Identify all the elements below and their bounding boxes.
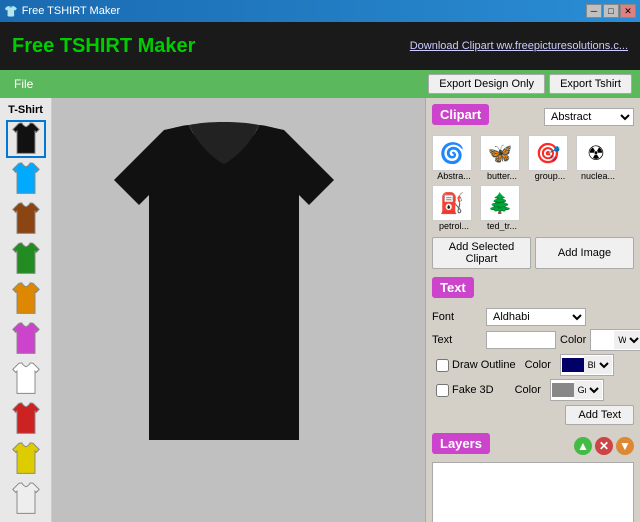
- layer-down-button[interactable]: ▼: [616, 437, 634, 455]
- tshirt-color-swatch-0[interactable]: [6, 120, 46, 158]
- minimize-button[interactable]: ─: [586, 4, 602, 18]
- tshirt-color-swatch-6[interactable]: [6, 360, 46, 398]
- layers-section: Layers ▲ ✕ ▼: [432, 433, 634, 522]
- layer-delete-button[interactable]: ✕: [595, 437, 613, 455]
- clipart-item-3[interactable]: ☢nuclea...: [576, 135, 620, 181]
- tshirt-color-swatch-9[interactable]: [6, 480, 46, 518]
- clipart-item-5[interactable]: 🌲ted_tr...: [480, 185, 524, 231]
- clipart-category-dropdown[interactable]: Abstract Animals Nature Sports Food: [544, 108, 634, 126]
- clipart-actions: Add Selected Clipart Add Image: [432, 237, 634, 269]
- tshirt-color-swatch-5[interactable]: [6, 320, 46, 358]
- font-select[interactable]: Aldhabi Arial Times New Roman: [486, 308, 586, 326]
- fake3d-color-label: Color: [515, 384, 547, 396]
- menu-bar: File Export Design Only Export Tshirt: [0, 70, 640, 98]
- fake3d-color-select[interactable]: Gr Bl Wh: [574, 381, 602, 399]
- app-title-suffix: Maker: [132, 35, 195, 57]
- text-section-label: Text: [432, 277, 474, 298]
- fake3d-label: Fake 3D: [452, 384, 494, 396]
- text-color-select[interactable]: Wh Bl Re: [614, 331, 640, 349]
- text-label: Text: [432, 334, 482, 346]
- export-design-button[interactable]: Export Design Only: [428, 74, 545, 94]
- layers-header-row: Layers ▲ ✕ ▼: [432, 433, 634, 458]
- clipart-item-0[interactable]: 🌀Abstra...: [432, 135, 476, 181]
- tshirt-color-swatch-2[interactable]: [6, 200, 46, 238]
- file-menu[interactable]: File: [8, 75, 39, 93]
- tshirt-color-swatch-8[interactable]: [6, 440, 46, 478]
- draw-outline-label: Draw Outline: [452, 359, 516, 371]
- draw-outline-color-select[interactable]: Bl Wh Re: [584, 356, 612, 374]
- app-title-bold: TSHIRT: [60, 35, 132, 57]
- color-sidebar: T-Shirt: [0, 98, 52, 522]
- app-title: Free TSHIRT Maker: [12, 35, 195, 58]
- clipart-section-label: Clipart: [432, 104, 489, 125]
- clipart-item-4[interactable]: ⛽petrol...: [432, 185, 476, 231]
- text-row: Text Color Wh Bl Re: [432, 329, 634, 351]
- title-bar: 👕 Free TSHIRT Maker ─ □ ✕: [0, 0, 640, 22]
- right-panel: Clipart Abstract Animals Nature Sports F…: [425, 98, 640, 522]
- maximize-button[interactable]: □: [603, 4, 619, 18]
- tshirt-color-swatch-1[interactable]: [6, 160, 46, 198]
- add-selected-clipart-button[interactable]: Add Selected Clipart: [432, 237, 531, 269]
- fake3d-checkbox[interactable]: [436, 384, 449, 397]
- tshirt-canvas[interactable]: [74, 120, 404, 500]
- app-header: Free TSHIRT Maker Download Clipart ww.fr…: [0, 22, 640, 70]
- tshirt-color-swatch-4[interactable]: [6, 280, 46, 318]
- layers-list: [432, 462, 634, 522]
- close-button[interactable]: ✕: [620, 4, 636, 18]
- main-content: T-Shirt Clipart Abstract Animals Nature …: [0, 98, 640, 522]
- tshirt-color-swatch-3[interactable]: [6, 240, 46, 278]
- app-title-prefix: Free: [12, 35, 60, 57]
- add-text-row: Add Text: [432, 405, 634, 425]
- tshirt-color-swatch-7[interactable]: [6, 400, 46, 438]
- layer-up-button[interactable]: ▲: [574, 437, 592, 455]
- draw-outline-color-label: Color: [525, 359, 557, 371]
- font-row: Font Aldhabi Arial Times New Roman: [432, 308, 634, 326]
- title-bar-text: Free TSHIRT Maker: [22, 5, 120, 17]
- download-links[interactable]: Download Clipart ww.freepicturesolutions…: [410, 40, 628, 52]
- text-input[interactable]: [486, 331, 556, 349]
- font-label: Font: [432, 311, 482, 323]
- color-sidebar-label: T-Shirt: [4, 104, 47, 116]
- clipart-item-1[interactable]: 🦋butter...: [480, 135, 524, 181]
- draw-outline-checkbox[interactable]: [436, 359, 449, 372]
- text-color-label: Color: [560, 334, 586, 346]
- clipart-header: Clipart Abstract Animals Nature Sports F…: [432, 104, 634, 129]
- layers-section-label: Layers: [432, 433, 490, 454]
- text-section: Text Font Aldhabi Arial Times New Roman …: [432, 277, 634, 425]
- fake3d-row: Fake 3D Color Gr Bl Wh: [436, 379, 634, 401]
- draw-outline-row: Draw Outline Color Bl Wh Re: [436, 354, 634, 376]
- add-image-button[interactable]: Add Image: [535, 237, 634, 269]
- layers-controls: ▲ ✕ ▼: [574, 437, 634, 455]
- clipart-grid: 🌀Abstra...🦋butter...🎯group...☢nuclea... ⛽…: [432, 135, 634, 231]
- add-text-button[interactable]: Add Text: [565, 405, 634, 425]
- export-tshirt-button[interactable]: Export Tshirt: [549, 74, 632, 94]
- app-icon: 👕: [4, 5, 18, 18]
- clipart-item-2[interactable]: 🎯group...: [528, 135, 572, 181]
- canvas-area: [52, 98, 425, 522]
